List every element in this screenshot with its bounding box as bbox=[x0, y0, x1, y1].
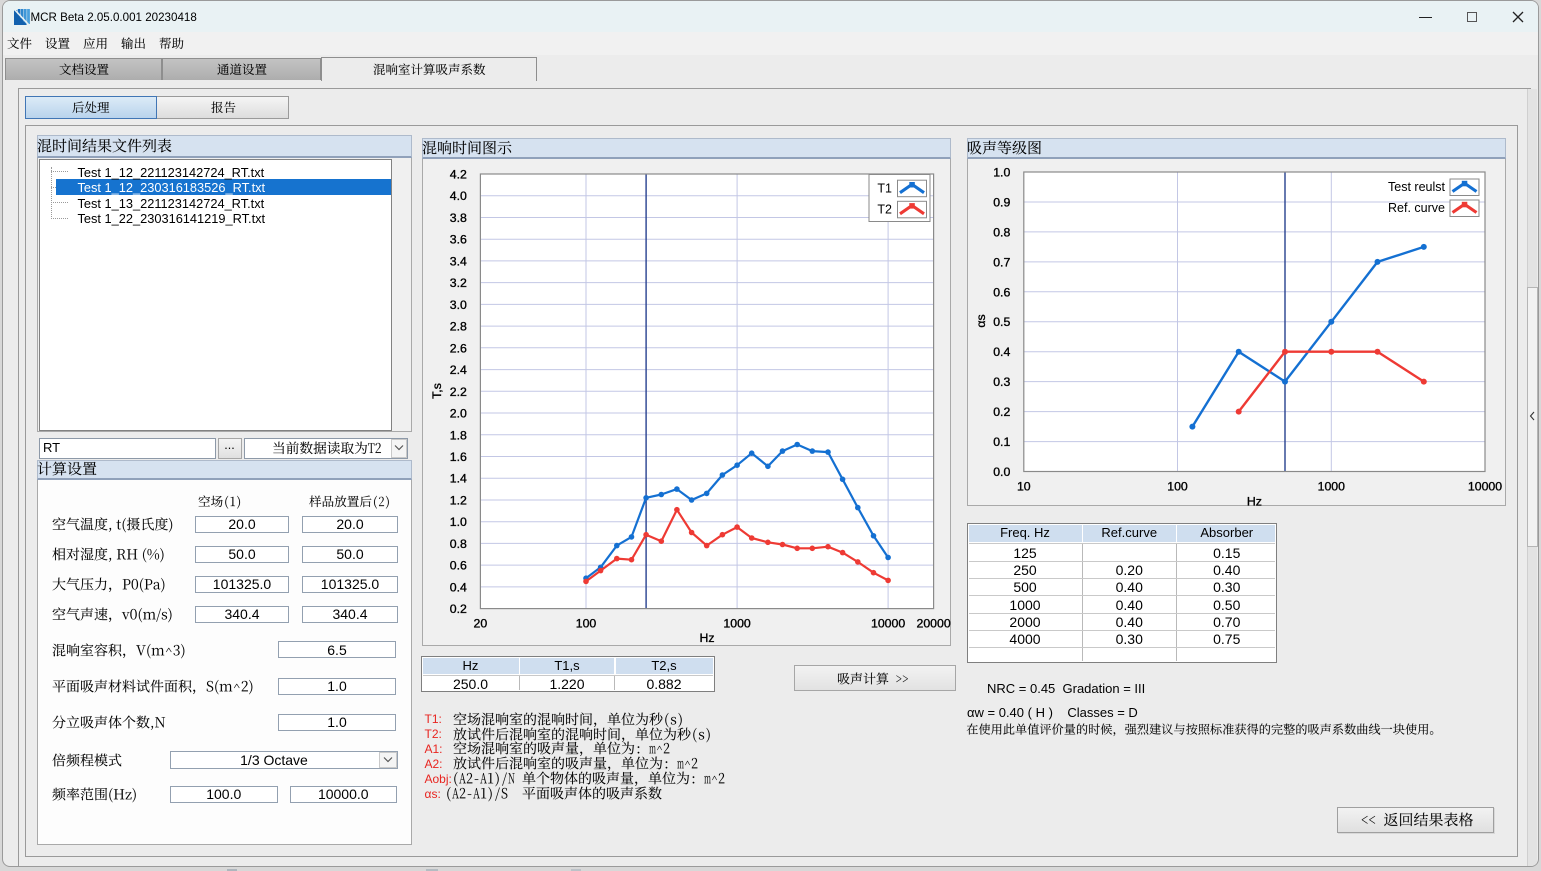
svg-text:10: 10 bbox=[1017, 480, 1031, 494]
svg-text:Hz: Hz bbox=[1247, 495, 1262, 509]
svg-text:1.2: 1.2 bbox=[450, 494, 467, 508]
svg-text:0.6: 0.6 bbox=[450, 559, 467, 573]
svg-text:1000: 1000 bbox=[723, 617, 751, 631]
svg-text:0.7: 0.7 bbox=[993, 255, 1010, 269]
svg-text:0.2: 0.2 bbox=[993, 405, 1010, 419]
svg-text:Hz: Hz bbox=[699, 631, 714, 645]
svg-text:10000: 10000 bbox=[1468, 480, 1502, 494]
svg-text:100: 100 bbox=[576, 617, 597, 631]
svg-text:0.1: 0.1 bbox=[993, 435, 1010, 449]
svg-text:1.0: 1.0 bbox=[450, 515, 467, 529]
svg-text:Ref. curve: Ref. curve bbox=[1388, 201, 1445, 215]
svg-text:1.6: 1.6 bbox=[450, 450, 467, 464]
svg-text:2.8: 2.8 bbox=[450, 320, 467, 334]
svg-text:0.0: 0.0 bbox=[993, 465, 1010, 479]
svg-text:3.8: 3.8 bbox=[450, 211, 467, 225]
svg-text:20: 20 bbox=[474, 617, 488, 631]
svg-text:αs: αs bbox=[974, 314, 988, 327]
svg-text:0.2: 0.2 bbox=[450, 602, 467, 616]
svg-text:4.0: 4.0 bbox=[450, 189, 467, 203]
svg-text:1000: 1000 bbox=[1318, 480, 1346, 494]
svg-text:2.6: 2.6 bbox=[450, 341, 467, 355]
svg-text:1.4: 1.4 bbox=[450, 472, 467, 486]
svg-text:0.6: 0.6 bbox=[993, 285, 1010, 299]
svg-text:0.3: 0.3 bbox=[993, 375, 1010, 389]
svg-text:2.4: 2.4 bbox=[450, 363, 467, 377]
svg-text:0.9: 0.9 bbox=[993, 196, 1010, 210]
svg-text:4.2: 4.2 bbox=[450, 168, 467, 182]
svg-text:0.4: 0.4 bbox=[450, 580, 467, 594]
svg-text:0.8: 0.8 bbox=[450, 537, 467, 551]
svg-text:2.0: 2.0 bbox=[450, 407, 467, 421]
svg-text:3.4: 3.4 bbox=[450, 254, 467, 268]
svg-text:T2: T2 bbox=[877, 203, 892, 217]
svg-text:T,s: T,s bbox=[430, 383, 444, 399]
svg-text:1.0: 1.0 bbox=[993, 166, 1010, 180]
svg-text:0.8: 0.8 bbox=[993, 225, 1010, 239]
svg-text:100: 100 bbox=[1167, 480, 1188, 494]
svg-text:20000: 20000 bbox=[916, 617, 950, 631]
svg-text:T1: T1 bbox=[877, 182, 892, 196]
svg-text:0.5: 0.5 bbox=[993, 315, 1010, 329]
svg-text:2.2: 2.2 bbox=[450, 385, 467, 399]
svg-text:1.8: 1.8 bbox=[450, 428, 467, 442]
svg-text:3.2: 3.2 bbox=[450, 276, 467, 290]
svg-text:Test reulst: Test reulst bbox=[1388, 180, 1445, 194]
svg-text:10000: 10000 bbox=[871, 617, 905, 631]
svg-text:3.0: 3.0 bbox=[450, 298, 467, 312]
svg-text:3.6: 3.6 bbox=[450, 233, 467, 247]
svg-text:0.4: 0.4 bbox=[993, 345, 1010, 359]
